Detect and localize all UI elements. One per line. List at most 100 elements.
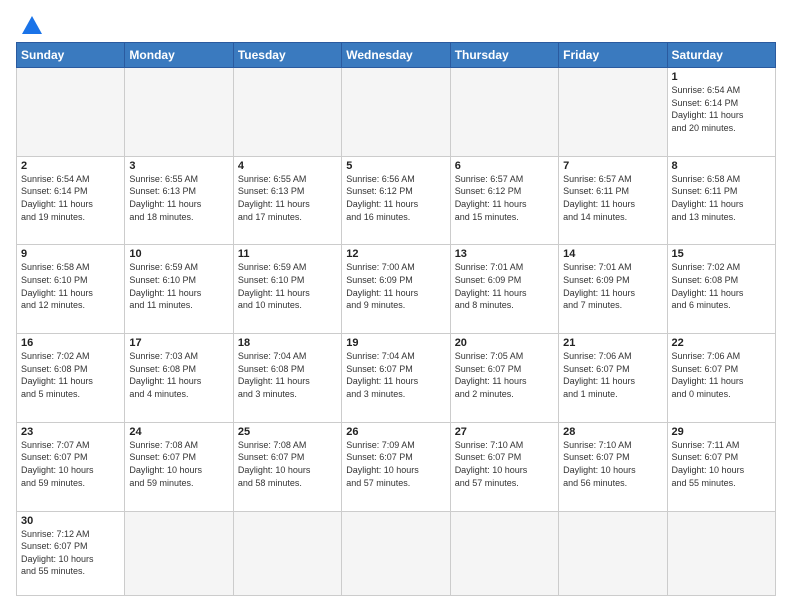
cell-info: Sunrise: 7:04 AM Sunset: 6:08 PM Dayligh… [238,350,337,400]
calendar-cell: 15Sunrise: 7:02 AM Sunset: 6:08 PM Dayli… [667,245,775,334]
day-number: 4 [238,160,337,172]
cell-info: Sunrise: 6:54 AM Sunset: 6:14 PM Dayligh… [21,173,120,223]
day-number: 22 [672,337,771,349]
day-number: 13 [455,248,554,260]
cell-info: Sunrise: 6:58 AM Sunset: 6:11 PM Dayligh… [672,173,771,223]
cell-info: Sunrise: 7:01 AM Sunset: 6:09 PM Dayligh… [455,261,554,311]
cell-info: Sunrise: 7:02 AM Sunset: 6:08 PM Dayligh… [672,261,771,311]
cell-info: Sunrise: 7:10 AM Sunset: 6:07 PM Dayligh… [563,439,662,489]
calendar-cell [342,511,450,595]
cell-info: Sunrise: 6:56 AM Sunset: 6:12 PM Dayligh… [346,173,445,223]
cell-info: Sunrise: 7:02 AM Sunset: 6:08 PM Dayligh… [21,350,120,400]
cell-info: Sunrise: 7:12 AM Sunset: 6:07 PM Dayligh… [21,528,120,578]
cell-info: Sunrise: 7:05 AM Sunset: 6:07 PM Dayligh… [455,350,554,400]
day-number: 7 [563,160,662,172]
weekday-header-wednesday: Wednesday [342,43,450,68]
calendar-week-5: 30Sunrise: 7:12 AM Sunset: 6:07 PM Dayli… [17,511,776,595]
calendar-cell [667,511,775,595]
day-number: 3 [129,160,228,172]
day-number: 8 [672,160,771,172]
calendar-week-4: 23Sunrise: 7:07 AM Sunset: 6:07 PM Dayli… [17,422,776,511]
calendar-table: SundayMondayTuesdayWednesdayThursdayFrid… [16,42,776,596]
calendar-cell: 25Sunrise: 7:08 AM Sunset: 6:07 PM Dayli… [233,422,341,511]
day-number: 17 [129,337,228,349]
calendar-cell: 3Sunrise: 6:55 AM Sunset: 6:13 PM Daylig… [125,156,233,245]
calendar-week-1: 2Sunrise: 6:54 AM Sunset: 6:14 PM Daylig… [17,156,776,245]
day-number: 19 [346,337,445,349]
calendar-cell: 13Sunrise: 7:01 AM Sunset: 6:09 PM Dayli… [450,245,558,334]
day-number: 14 [563,248,662,260]
day-number: 28 [563,426,662,438]
calendar-cell: 7Sunrise: 6:57 AM Sunset: 6:11 PM Daylig… [559,156,667,245]
calendar-cell: 11Sunrise: 6:59 AM Sunset: 6:10 PM Dayli… [233,245,341,334]
day-number: 30 [21,515,120,527]
logo [16,16,42,34]
logo-triangle [22,16,42,34]
day-number: 29 [672,426,771,438]
calendar-cell: 22Sunrise: 7:06 AM Sunset: 6:07 PM Dayli… [667,334,775,423]
cell-info: Sunrise: 7:09 AM Sunset: 6:07 PM Dayligh… [346,439,445,489]
day-number: 27 [455,426,554,438]
cell-info: Sunrise: 6:54 AM Sunset: 6:14 PM Dayligh… [672,84,771,134]
weekday-header-tuesday: Tuesday [233,43,341,68]
cell-info: Sunrise: 6:55 AM Sunset: 6:13 PM Dayligh… [129,173,228,223]
weekday-header-monday: Monday [125,43,233,68]
calendar-cell [233,511,341,595]
calendar-cell: 14Sunrise: 7:01 AM Sunset: 6:09 PM Dayli… [559,245,667,334]
cell-info: Sunrise: 7:03 AM Sunset: 6:08 PM Dayligh… [129,350,228,400]
calendar-cell: 9Sunrise: 6:58 AM Sunset: 6:10 PM Daylig… [17,245,125,334]
calendar-cell: 20Sunrise: 7:05 AM Sunset: 6:07 PM Dayli… [450,334,558,423]
day-number: 1 [672,71,771,83]
calendar-cell: 28Sunrise: 7:10 AM Sunset: 6:07 PM Dayli… [559,422,667,511]
cell-info: Sunrise: 6:57 AM Sunset: 6:11 PM Dayligh… [563,173,662,223]
cell-info: Sunrise: 7:10 AM Sunset: 6:07 PM Dayligh… [455,439,554,489]
day-number: 24 [129,426,228,438]
calendar-header-row: SundayMondayTuesdayWednesdayThursdayFrid… [17,43,776,68]
cell-info: Sunrise: 7:00 AM Sunset: 6:09 PM Dayligh… [346,261,445,311]
cell-info: Sunrise: 6:57 AM Sunset: 6:12 PM Dayligh… [455,173,554,223]
weekday-header-friday: Friday [559,43,667,68]
day-number: 18 [238,337,337,349]
weekday-header-thursday: Thursday [450,43,558,68]
calendar-cell [233,68,341,157]
day-number: 9 [21,248,120,260]
cell-info: Sunrise: 6:59 AM Sunset: 6:10 PM Dayligh… [238,261,337,311]
cell-info: Sunrise: 7:06 AM Sunset: 6:07 PM Dayligh… [672,350,771,400]
calendar-week-3: 16Sunrise: 7:02 AM Sunset: 6:08 PM Dayli… [17,334,776,423]
day-number: 16 [21,337,120,349]
calendar-cell: 6Sunrise: 6:57 AM Sunset: 6:12 PM Daylig… [450,156,558,245]
calendar-cell [559,68,667,157]
calendar-cell: 24Sunrise: 7:08 AM Sunset: 6:07 PM Dayli… [125,422,233,511]
day-number: 26 [346,426,445,438]
calendar-week-2: 9Sunrise: 6:58 AM Sunset: 6:10 PM Daylig… [17,245,776,334]
calendar-cell [450,68,558,157]
day-number: 12 [346,248,445,260]
day-number: 2 [21,160,120,172]
calendar-cell: 18Sunrise: 7:04 AM Sunset: 6:08 PM Dayli… [233,334,341,423]
cell-info: Sunrise: 6:59 AM Sunset: 6:10 PM Dayligh… [129,261,228,311]
page: SundayMondayTuesdayWednesdayThursdayFrid… [0,0,792,612]
day-number: 5 [346,160,445,172]
cell-info: Sunrise: 6:58 AM Sunset: 6:10 PM Dayligh… [21,261,120,311]
cell-info: Sunrise: 7:01 AM Sunset: 6:09 PM Dayligh… [563,261,662,311]
calendar-cell: 12Sunrise: 7:00 AM Sunset: 6:09 PM Dayli… [342,245,450,334]
weekday-header-saturday: Saturday [667,43,775,68]
day-number: 6 [455,160,554,172]
calendar-cell: 19Sunrise: 7:04 AM Sunset: 6:07 PM Dayli… [342,334,450,423]
calendar-cell [17,68,125,157]
calendar-cell: 10Sunrise: 6:59 AM Sunset: 6:10 PM Dayli… [125,245,233,334]
calendar-cell: 16Sunrise: 7:02 AM Sunset: 6:08 PM Dayli… [17,334,125,423]
cell-info: Sunrise: 7:11 AM Sunset: 6:07 PM Dayligh… [672,439,771,489]
calendar-cell [125,511,233,595]
calendar-cell: 4Sunrise: 6:55 AM Sunset: 6:13 PM Daylig… [233,156,341,245]
day-number: 23 [21,426,120,438]
cell-info: Sunrise: 7:08 AM Sunset: 6:07 PM Dayligh… [129,439,228,489]
calendar-cell: 26Sunrise: 7:09 AM Sunset: 6:07 PM Dayli… [342,422,450,511]
calendar-cell: 2Sunrise: 6:54 AM Sunset: 6:14 PM Daylig… [17,156,125,245]
calendar-cell: 30Sunrise: 7:12 AM Sunset: 6:07 PM Dayli… [17,511,125,595]
calendar-cell: 21Sunrise: 7:06 AM Sunset: 6:07 PM Dayli… [559,334,667,423]
weekday-header-sunday: Sunday [17,43,125,68]
cell-info: Sunrise: 6:55 AM Sunset: 6:13 PM Dayligh… [238,173,337,223]
calendar-cell: 1Sunrise: 6:54 AM Sunset: 6:14 PM Daylig… [667,68,775,157]
day-number: 25 [238,426,337,438]
